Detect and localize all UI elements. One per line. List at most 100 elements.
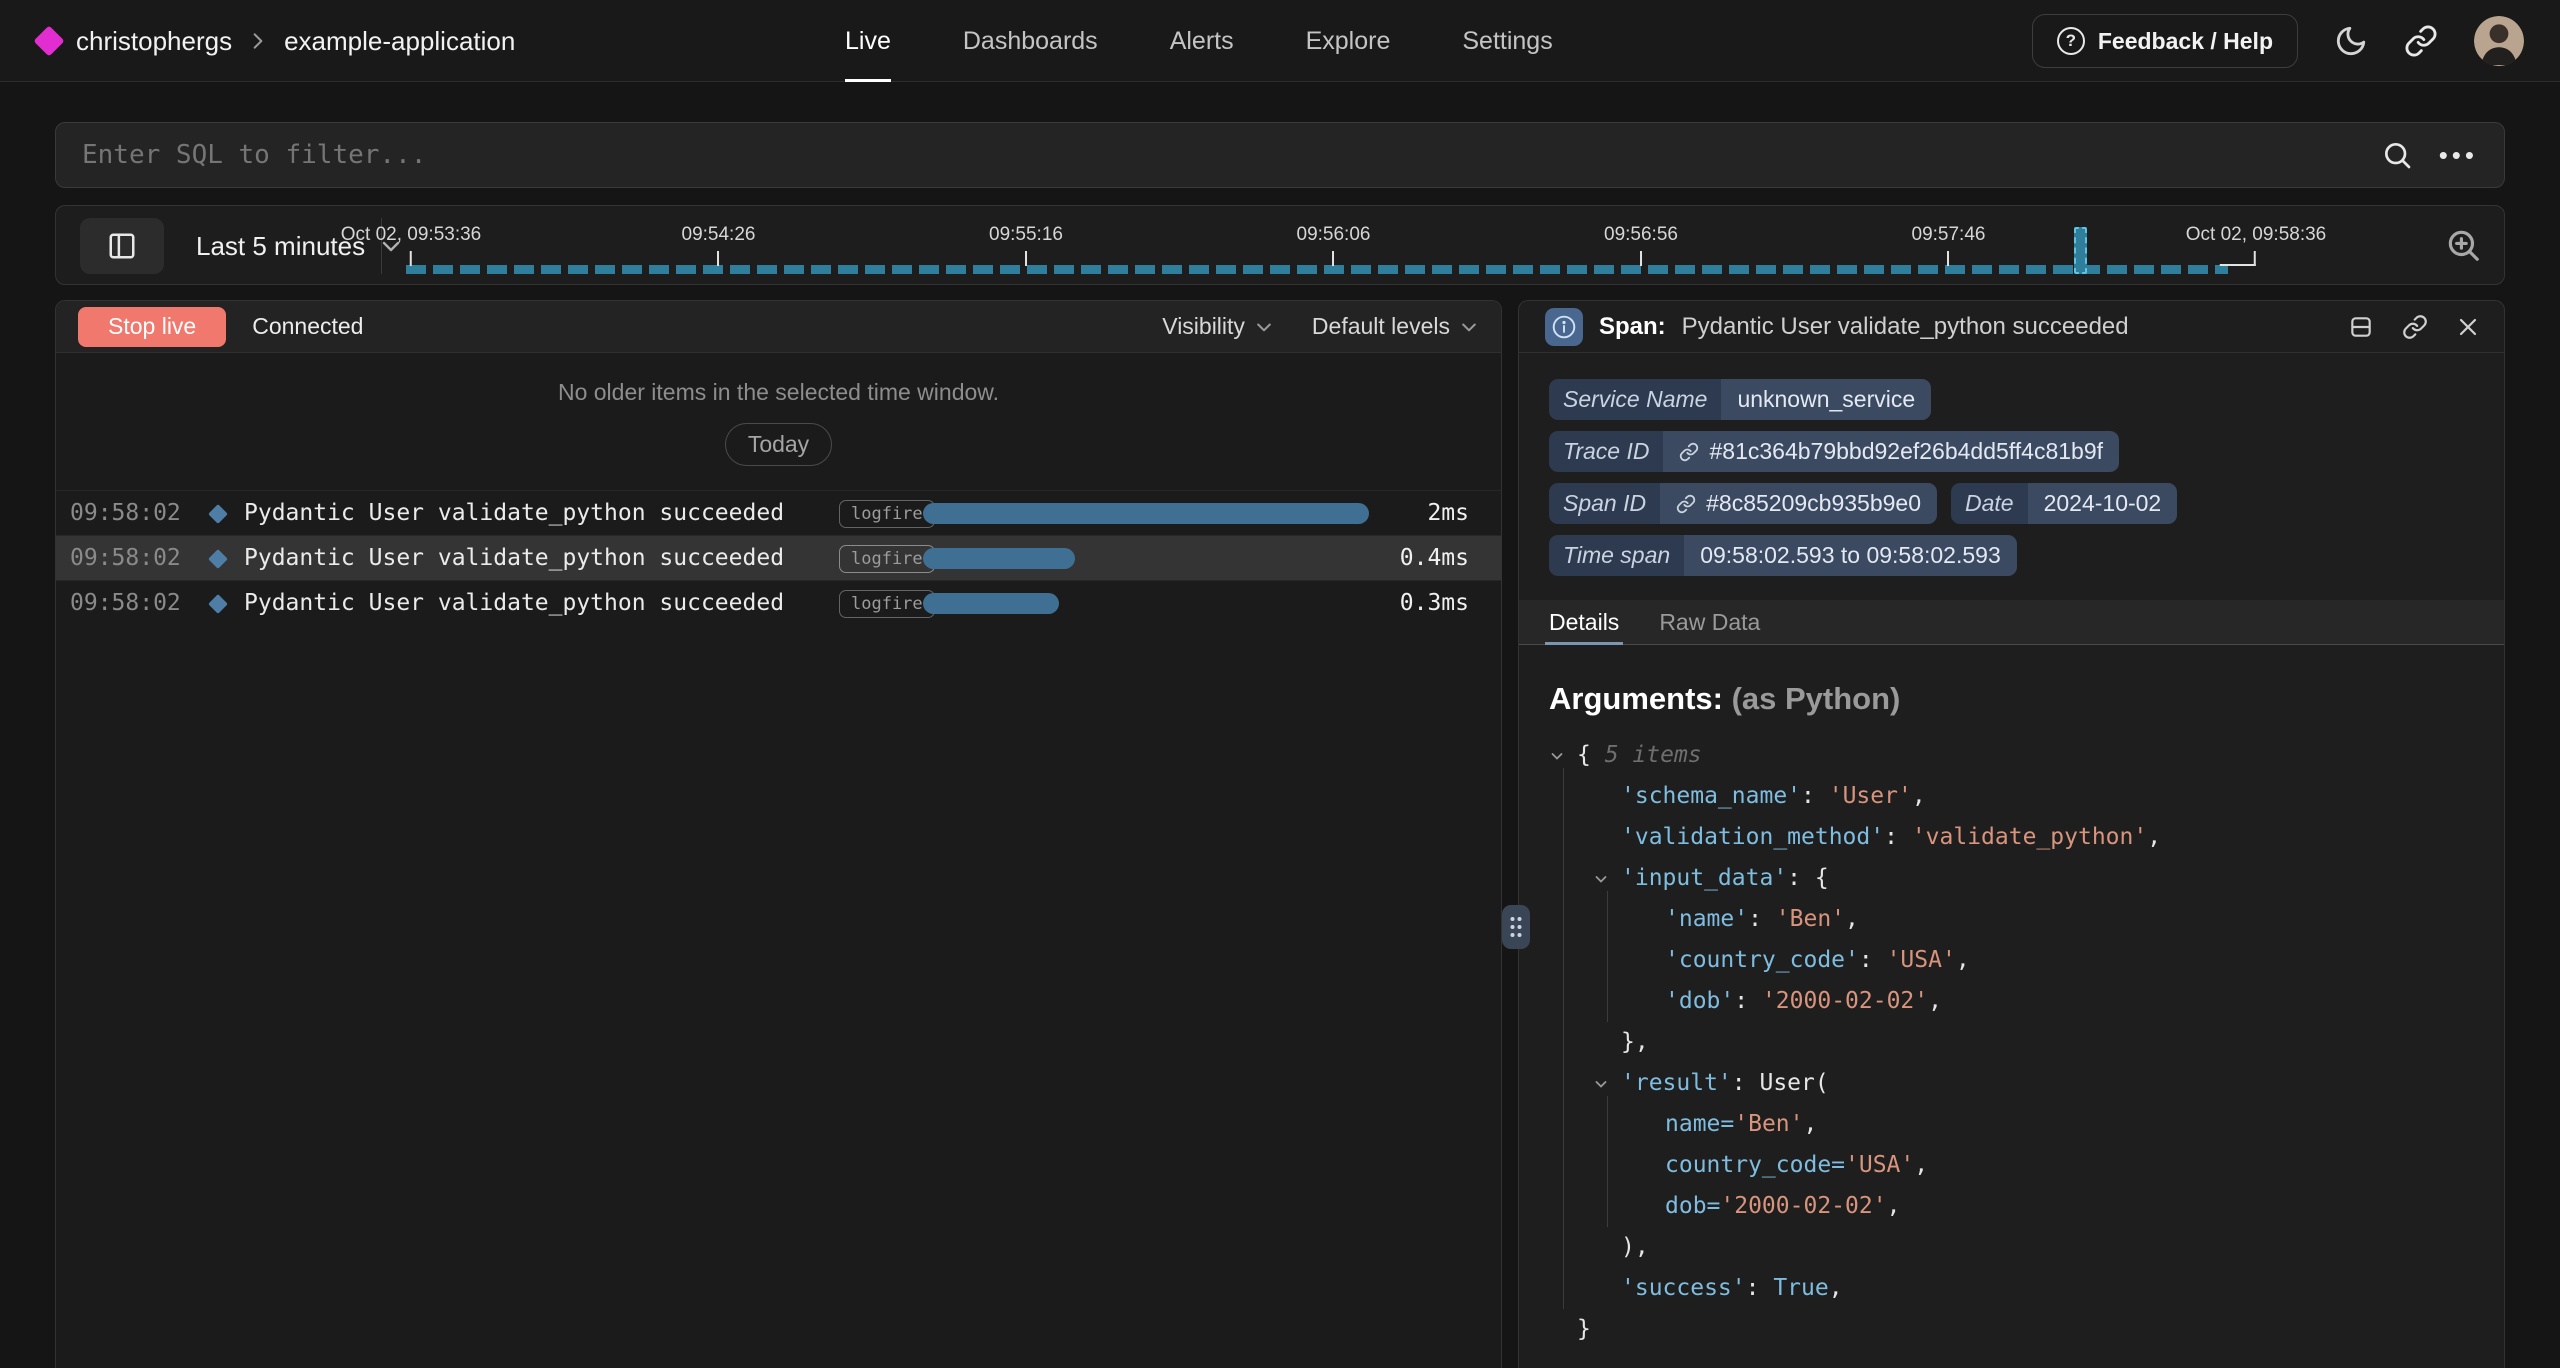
log-row[interactable]: 09:58:02 Pydantic User validate_python s… xyxy=(56,580,1501,625)
code-token: 'validation_method' xyxy=(1621,824,1884,850)
timeline-activity-spike[interactable] xyxy=(2074,227,2087,274)
span-diamond-icon xyxy=(208,594,228,614)
code-token: dob= xyxy=(1665,1193,1720,1219)
more-options-icon[interactable]: ••• xyxy=(2439,142,2478,168)
info-icon xyxy=(1545,308,1583,346)
feedback-help-label: Feedback / Help xyxy=(2098,28,2273,55)
code-token: 'name' xyxy=(1665,906,1748,932)
log-rows: 09:58:02 Pydantic User validate_python s… xyxy=(56,490,1501,625)
time-range-bar: Last 5 minutes Oct 02, 09:53:36 09:54:26… xyxy=(55,205,2505,285)
panel-resize-handle[interactable] xyxy=(1502,905,1530,949)
trace-id-badge[interactable]: Trace ID #81c364b79bbd92ef26b4dd5ff4c81b… xyxy=(1549,431,2119,472)
search-icon[interactable] xyxy=(2381,139,2413,171)
timeline-zoom-in-button[interactable] xyxy=(2444,226,2482,264)
log-tag: logfire xyxy=(839,590,935,618)
breadcrumb: christophergs example-application xyxy=(38,0,515,82)
code-token: , xyxy=(1956,947,1970,973)
arguments-heading-suffix: (as Python) xyxy=(1732,681,1901,716)
share-link-button[interactable] xyxy=(2404,24,2438,58)
sidebar-toggle-button[interactable] xyxy=(80,218,164,274)
avatar[interactable] xyxy=(2474,16,2524,66)
log-duration: 0.4ms xyxy=(1400,536,1469,581)
badge-value: 2024-10-02 xyxy=(2028,483,2178,524)
code-line: 'name': 'Ben', xyxy=(1543,899,2504,940)
drag-dots-icon xyxy=(1502,905,1530,949)
breadcrumb-org[interactable]: christophergs xyxy=(76,26,232,57)
timeline-tick-label: 09:57:46 xyxy=(1912,224,1986,246)
code-token: ), xyxy=(1621,1234,1649,1260)
code-token: 'dob' xyxy=(1665,988,1734,1014)
visibility-dropdown[interactable]: Visibility xyxy=(1162,313,1274,340)
code-line: dob='2000-02-02', xyxy=(1543,1186,2504,1227)
timeline-tick-label: Oct 02, 09:53:36 xyxy=(341,224,482,246)
span-diamond-icon xyxy=(208,549,228,569)
nav-tab-live[interactable]: Live xyxy=(845,0,891,82)
timeline-tick-mark xyxy=(718,251,720,266)
nav-tab-settings[interactable]: Settings xyxy=(1462,0,1552,82)
time-range-label: Last 5 minutes xyxy=(196,231,365,262)
log-row[interactable]: 09:58:02 Pydantic User validate_python s… xyxy=(56,535,1501,580)
code-token: '2000-02-02' xyxy=(1762,988,1928,1014)
live-view-panel: Stop live Connected Visibility Default l… xyxy=(55,300,1502,1368)
code-token: 'validate_python' xyxy=(1912,824,2147,850)
breadcrumb-project[interactable]: example-application xyxy=(284,26,515,57)
log-duration: 0.3ms xyxy=(1400,581,1469,626)
moon-icon xyxy=(2334,24,2368,58)
nav-tab-dashboards[interactable]: Dashboards xyxy=(963,0,1098,82)
code-token: : User( xyxy=(1732,1070,1829,1096)
nav-tabs: Live Dashboards Alerts Explore Settings xyxy=(845,0,1553,82)
code-token: , xyxy=(1804,1111,1818,1137)
nav-tab-alerts[interactable]: Alerts xyxy=(1170,0,1234,82)
timeline-tick-mark xyxy=(1948,251,1950,266)
span-detail-header: Span: Pydantic User validate_python succ… xyxy=(1519,301,2504,353)
logfire-logo-icon[interactable] xyxy=(33,25,64,56)
link-icon xyxy=(1676,494,1696,514)
stop-live-button[interactable]: Stop live xyxy=(78,307,226,347)
timeline-tick: 09:57:46 xyxy=(1912,224,1986,266)
today-button[interactable]: Today xyxy=(725,423,832,466)
timeline-activity-track[interactable] xyxy=(406,265,2228,274)
empty-state: No older items in the selected time wind… xyxy=(56,353,1501,466)
copy-link-button[interactable] xyxy=(2402,314,2428,340)
code-token: 'schema_name' xyxy=(1621,783,1801,809)
service-name-badge: Service Name unknown_service xyxy=(1549,379,1931,420)
code-line: country_code='USA', xyxy=(1543,1145,2504,1186)
timeline-tick: Oct 02, 09:53:36 xyxy=(341,224,482,266)
sql-filter-input[interactable] xyxy=(82,140,2355,170)
timeline-tick: 09:54:26 xyxy=(682,224,756,266)
dark-mode-toggle[interactable] xyxy=(2334,24,2368,58)
tab-details[interactable]: Details xyxy=(1549,600,1619,644)
timeline-tick-mark xyxy=(1640,251,1642,266)
split-rows-icon xyxy=(2348,314,2374,340)
default-levels-dropdown[interactable]: Default levels xyxy=(1312,313,1479,340)
code-line: 'input_data': { xyxy=(1543,858,2504,899)
close-panel-button[interactable] xyxy=(2456,315,2480,339)
feedback-help-button[interactable]: ? Feedback / Help xyxy=(2032,14,2298,68)
indent-guide xyxy=(1607,891,1608,1022)
code-line: 'result': User( xyxy=(1543,1063,2504,1104)
close-icon xyxy=(2456,315,2480,339)
code-token: 'success' xyxy=(1621,1275,1746,1301)
toggle-layout-button[interactable] xyxy=(2348,314,2374,340)
default-levels-label: Default levels xyxy=(1312,313,1450,340)
log-row[interactable]: 09:58:02 Pydantic User validate_python s… xyxy=(56,490,1501,535)
span-id-badge[interactable]: Span ID #8c85209cb935b9e0 xyxy=(1549,483,1937,524)
timeline-tick-mark xyxy=(2220,251,2256,266)
detail-tabs: Details Raw Data xyxy=(1519,600,2504,645)
arguments-heading-main: Arguments: xyxy=(1549,681,1723,716)
badge-value: #8c85209cb935b9e0 xyxy=(1706,490,1921,517)
badge-label: Date xyxy=(1951,483,2028,524)
nav-tab-explore[interactable]: Explore xyxy=(1306,0,1391,82)
code-token: , xyxy=(1829,1275,1843,1301)
top-nav: christophergs example-application Live D… xyxy=(0,0,2560,82)
code-token: 'Ben' xyxy=(1734,1111,1803,1137)
code-token: : xyxy=(1748,906,1776,932)
code-line: } xyxy=(1543,1309,2504,1350)
tab-raw-data[interactable]: Raw Data xyxy=(1659,600,1760,644)
log-message: Pydantic User validate_python succeeded xyxy=(244,536,784,581)
duration-bar-fill xyxy=(923,548,1075,569)
code-line: 'dob': '2000-02-02', xyxy=(1543,981,2504,1022)
code-line: { 5 items xyxy=(1543,735,2504,776)
log-duration: 2ms xyxy=(1427,491,1469,536)
timeline-tick-mark xyxy=(1333,251,1335,266)
